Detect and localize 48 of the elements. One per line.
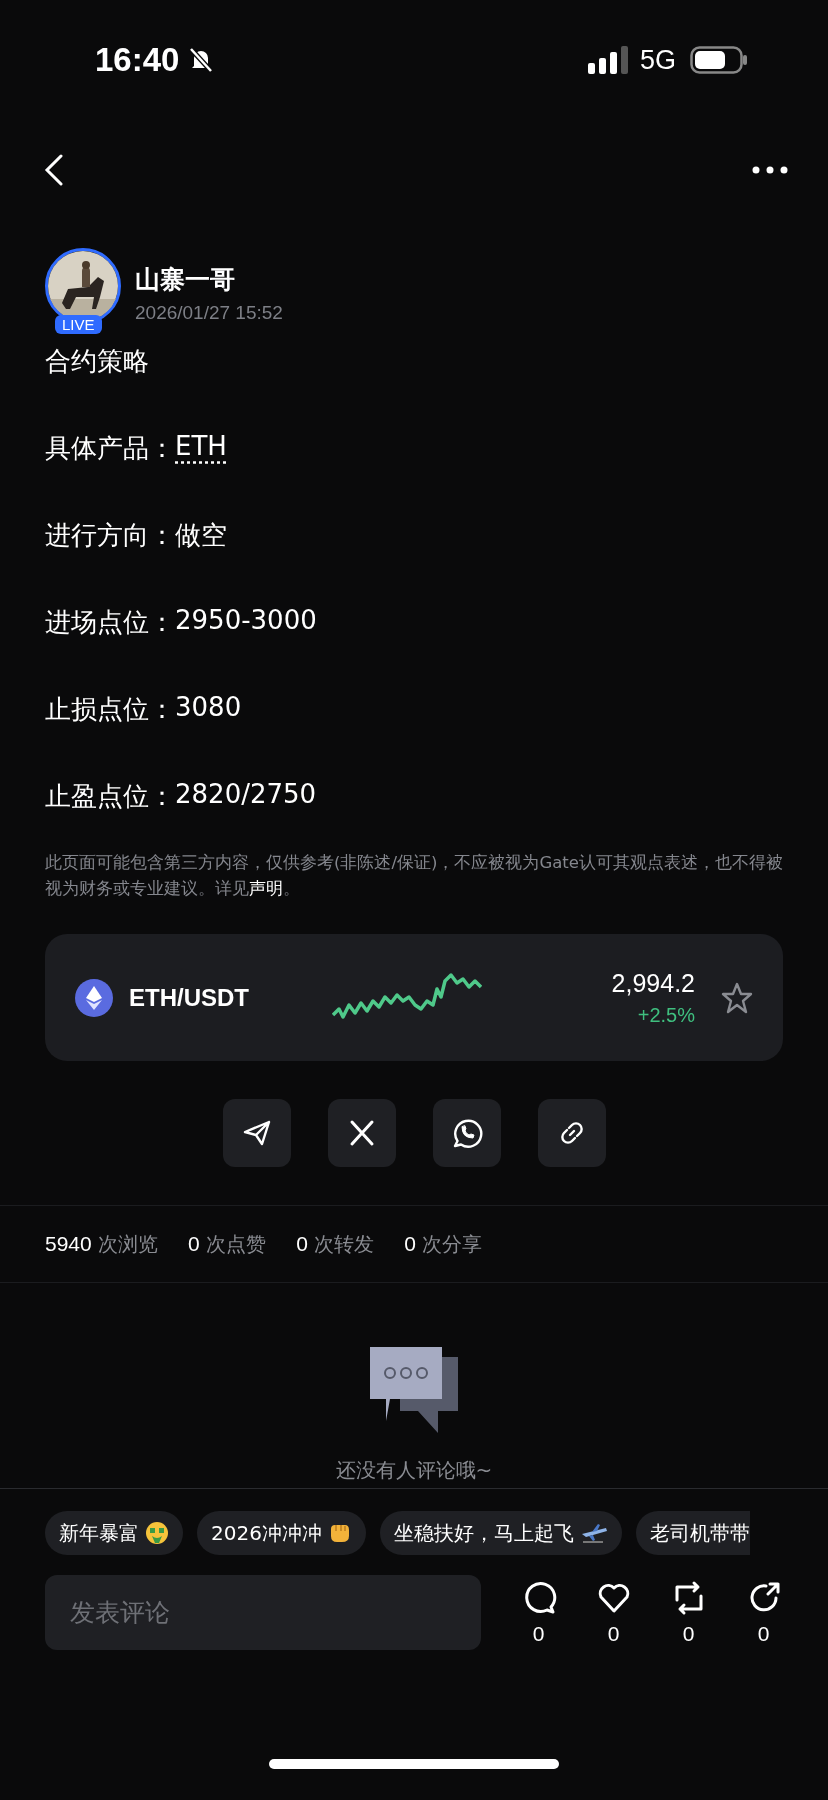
empty-comments-text: 还没有人评论哦~ — [335, 1457, 493, 1484]
field-value: 2950-3000 — [175, 605, 317, 637]
quick-reply-chip[interactable]: 2026冲冲冲 — [197, 1511, 366, 1555]
quick-reply-chip[interactable]: 老司机带带 — [635, 1511, 750, 1555]
action-button[interactable]: 0 — [669, 1579, 708, 1646]
action-button[interactable]: 0 — [594, 1579, 633, 1646]
quick-reply-chip[interactable]: 新年暴富 — [45, 1511, 183, 1555]
stat-item: 5940 次浏览 — [45, 1230, 159, 1258]
share-button[interactable] — [432, 1099, 501, 1167]
more-icon[interactable] — [752, 166, 788, 174]
field-label: 止盈点位： — [45, 780, 175, 813]
action-button[interactable]: 0 — [744, 1579, 783, 1646]
field-value: 2820/2750 — [175, 779, 317, 811]
statement-link[interactable]: 声明 — [249, 879, 283, 898]
field-value: 做空 — [175, 519, 227, 552]
star-icon[interactable] — [721, 981, 753, 1014]
money-face-icon — [145, 1521, 169, 1545]
signal-icon — [587, 46, 628, 74]
empty-comments-icon — [370, 1347, 458, 1433]
share-button[interactable] — [222, 1099, 291, 1167]
post-date: 2026/01/27 15:52 — [135, 301, 283, 324]
field-label: 进行方向： — [45, 519, 175, 552]
field-label: 止损点位： — [45, 693, 175, 726]
share-button[interactable] — [327, 1099, 396, 1167]
action-button[interactable]: 0 — [519, 1579, 558, 1646]
live-badge: LIVE — [55, 315, 102, 334]
pair-name: ETH/USDT — [129, 983, 249, 1012]
back-icon[interactable] — [44, 154, 64, 186]
quick-reply-chip[interactable]: 坐稳扶好，马上起飞 — [379, 1511, 622, 1555]
field-value: ETH — [175, 431, 227, 463]
disclaimer-text: 此页面可能包含第三方内容，仅供参考(非陈述/保证)，不应被视为Gate认可其观点表述，也不得被视为财务或专业建议。详见声明。 — [44, 852, 784, 900]
price: 2,994.2 — [611, 968, 695, 998]
field-value: 3080 — [175, 692, 242, 724]
price-change: +2.5% — [636, 1003, 695, 1027]
field-label: 进场点位： — [45, 606, 175, 639]
field-label: 具体产品： — [45, 432, 175, 465]
status-time: 16:40 — [95, 41, 180, 79]
comment-field[interactable]: 发表评论 — [45, 1575, 481, 1650]
battery-icon — [690, 46, 748, 74]
author-name[interactable]: 山寨一哥 — [135, 262, 283, 296]
network-label: 5G — [639, 44, 676, 76]
ethereum-icon — [75, 978, 113, 1017]
post-title: 合约策略 — [45, 345, 149, 378]
stat-item: 0 次分享 — [404, 1230, 483, 1258]
stat-item: 0 次点赞 — [188, 1230, 267, 1258]
ticker-card[interactable]: ETH/USDT 2,994.2 +2.5% — [45, 934, 783, 1061]
share-button[interactable] — [537, 1099, 606, 1167]
stat-item: 0 次转发 — [296, 1230, 375, 1258]
